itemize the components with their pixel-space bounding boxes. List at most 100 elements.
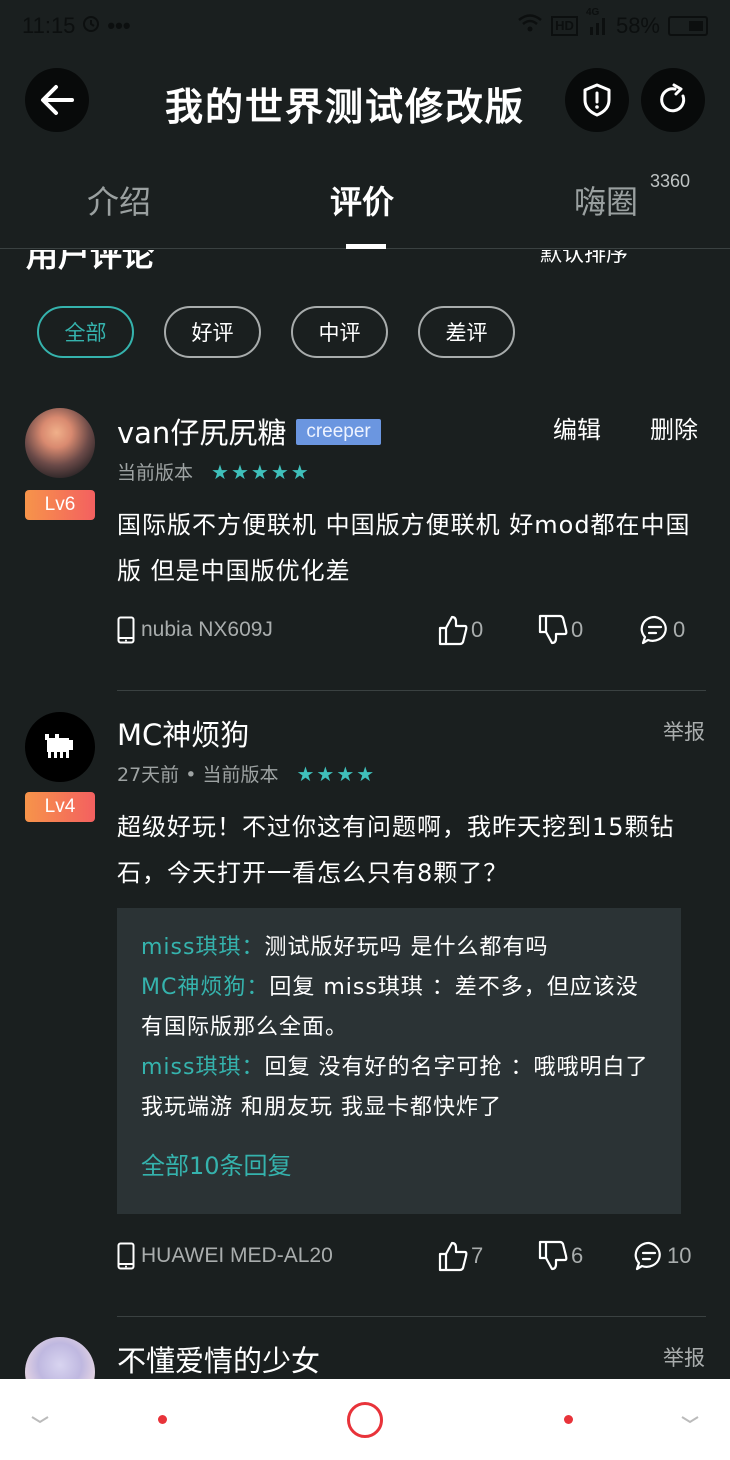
tab-community-label: 嗨圈 xyxy=(574,183,639,221)
view-all-replies-link[interactable]: 全部10条回复 xyxy=(141,1146,657,1216)
review-meta: 当前版本 ★ ★ ★ ★ ★ xyxy=(117,458,309,485)
review-divider xyxy=(117,1316,706,1317)
status-bar: 11:15 ••• HD 4G 58% xyxy=(0,0,730,52)
comment-button[interactable]: 10 xyxy=(633,1240,691,1272)
username[interactable]: 不懂爱情的少女 xyxy=(117,1338,320,1380)
like-button[interactable]: 7 xyxy=(437,1240,483,1272)
alarm-icon xyxy=(81,13,101,39)
star-icon: ★ xyxy=(250,459,269,484)
battery-percent: 58% xyxy=(615,13,660,38)
signal-icon: 4G xyxy=(586,7,608,38)
reply-author[interactable]: miss琪琪： xyxy=(141,1055,264,1080)
dot-icon xyxy=(157,1415,167,1424)
reply-preview: miss琪琪：测试版好玩吗 是什么都有吗 MC神烦狗：回复 miss琪琪 ：差不… xyxy=(117,908,681,1214)
tab-community[interactable]: 嗨圈 3360 xyxy=(574,171,690,223)
avatar[interactable] xyxy=(25,712,95,782)
nav-collapse-left[interactable] xyxy=(20,1379,60,1460)
device-name: nubia NX609J xyxy=(141,618,273,641)
thumbs-down-icon xyxy=(538,614,568,645)
thumbs-down-icon xyxy=(538,1240,568,1271)
comment-icon xyxy=(640,615,667,645)
dislike-button[interactable]: 6 xyxy=(537,1240,583,1272)
review-divider xyxy=(117,690,706,691)
review-text: 超级好玩！不过你这有问题啊，我昨天挖到15颗钻石，今天打开一看怎么只有8颗了？ xyxy=(117,813,675,887)
page-title: 我的世界测试修改版 xyxy=(165,84,526,129)
section-header: 用户评论 默认排序 xyxy=(0,250,730,272)
reply-item: miss琪琪：测试版好玩吗 是什么都有吗 xyxy=(141,928,657,968)
dislike-count: 0 xyxy=(571,617,584,642)
level-badge: Lv6 xyxy=(25,490,95,520)
like-count: 0 xyxy=(471,617,484,642)
shield-alert-icon xyxy=(583,83,611,117)
nav-home[interactable] xyxy=(340,1379,390,1460)
delete-button[interactable]: 删除 xyxy=(650,410,698,445)
filter-positive[interactable]: 好评 xyxy=(164,306,261,358)
star-icon: ★ xyxy=(336,761,355,786)
review-version: 当前版本 xyxy=(117,462,194,484)
star-icon: ★ xyxy=(270,459,289,484)
nav-recents[interactable] xyxy=(548,1379,588,1460)
refresh-button[interactable] xyxy=(641,68,705,132)
nav-collapse-right[interactable] xyxy=(670,1379,710,1460)
dot-icon xyxy=(563,1415,573,1424)
sort-dropdown[interactable]: 默认排序 xyxy=(540,250,628,268)
star-icon: ★ xyxy=(316,761,335,786)
level-badge: Lv4 xyxy=(25,792,95,822)
filter-neutral[interactable]: 中评 xyxy=(291,306,388,358)
username[interactable]: MC神烦狗 xyxy=(117,712,249,754)
tab-bar: 介绍 评价 嗨圈 3360 xyxy=(0,165,730,249)
active-tab-indicator xyxy=(346,244,386,249)
device-name: HUAWEI MED-AL20 xyxy=(141,1244,333,1267)
edit-button[interactable]: 编辑 xyxy=(553,410,601,445)
like-button[interactable]: 0 xyxy=(437,614,483,646)
star-icon: ★ xyxy=(211,459,229,484)
status-time: 11:15 xyxy=(22,13,76,38)
system-nav-bar xyxy=(0,1379,730,1460)
comment-count: 10 xyxy=(667,1243,692,1268)
comment-icon xyxy=(634,1241,661,1271)
back-button[interactable] xyxy=(25,68,89,132)
thumbs-up-icon xyxy=(438,615,468,646)
comment-count: 0 xyxy=(673,617,686,642)
reply-item: miss琪琪：回复 没有好的名字可抢 ：哦哦明白了 我玩端游 和朋友玩 我显卡都… xyxy=(141,1048,657,1128)
refresh-icon xyxy=(660,83,686,113)
tab-reviews[interactable]: 评价 xyxy=(330,177,394,223)
reply-author[interactable]: miss琪琪： xyxy=(141,935,264,960)
battery-icon xyxy=(668,16,708,36)
review-text: 国际版不方便联机 中国版方便联机 好mod都在中国版 但是中国版优化差 xyxy=(117,511,691,585)
star-icon: ★ xyxy=(290,459,309,484)
report-link[interactable]: 举报 xyxy=(663,716,705,746)
review-footer: HUAWEI MED-AL20 7 6 10 xyxy=(117,1238,697,1274)
phone-icon xyxy=(117,616,135,644)
review-footer: nubia NX609J 0 0 0 xyxy=(117,612,697,648)
dog-avatar-icon xyxy=(45,734,75,760)
nav-back[interactable] xyxy=(142,1379,182,1460)
arrow-left-icon xyxy=(41,85,74,115)
device-info: nubia NX609J xyxy=(117,616,273,644)
avatar[interactable] xyxy=(25,408,95,478)
tab-intro[interactable]: 介绍 xyxy=(87,177,151,223)
dislike-button[interactable]: 0 xyxy=(537,614,583,646)
filter-all[interactable]: 全部 xyxy=(37,306,134,358)
chevron-down-icon xyxy=(31,1415,49,1423)
username-text: van仔尻尻糖 xyxy=(117,416,287,450)
thumbs-up-icon xyxy=(438,1241,468,1272)
comment-button[interactable]: 0 xyxy=(639,614,685,646)
tab-community-count: 3360 xyxy=(650,171,691,191)
star-icon: ★ xyxy=(296,761,315,786)
section-title: 用户评论 xyxy=(26,250,155,272)
username[interactable]: van仔尻尻糖 creeper xyxy=(117,410,381,452)
like-count: 7 xyxy=(471,1243,484,1268)
report-button[interactable] xyxy=(565,68,629,132)
report-link[interactable]: 举报 xyxy=(663,1342,705,1372)
reply-author[interactable]: MC神烦狗： xyxy=(141,975,269,1000)
review-time-version: 27天前 • 当前版本 xyxy=(117,764,279,786)
user-tag: creeper xyxy=(296,419,381,445)
filter-negative[interactable]: 差评 xyxy=(418,306,515,358)
wifi-icon xyxy=(517,13,543,39)
home-circle-icon xyxy=(347,1401,383,1438)
phone-icon xyxy=(117,1242,135,1270)
reply-text: 测试版好玩吗 是什么都有吗 xyxy=(264,935,549,960)
rating-stars: ★ ★ ★ ★ xyxy=(296,764,374,784)
dislike-count: 6 xyxy=(571,1243,584,1268)
